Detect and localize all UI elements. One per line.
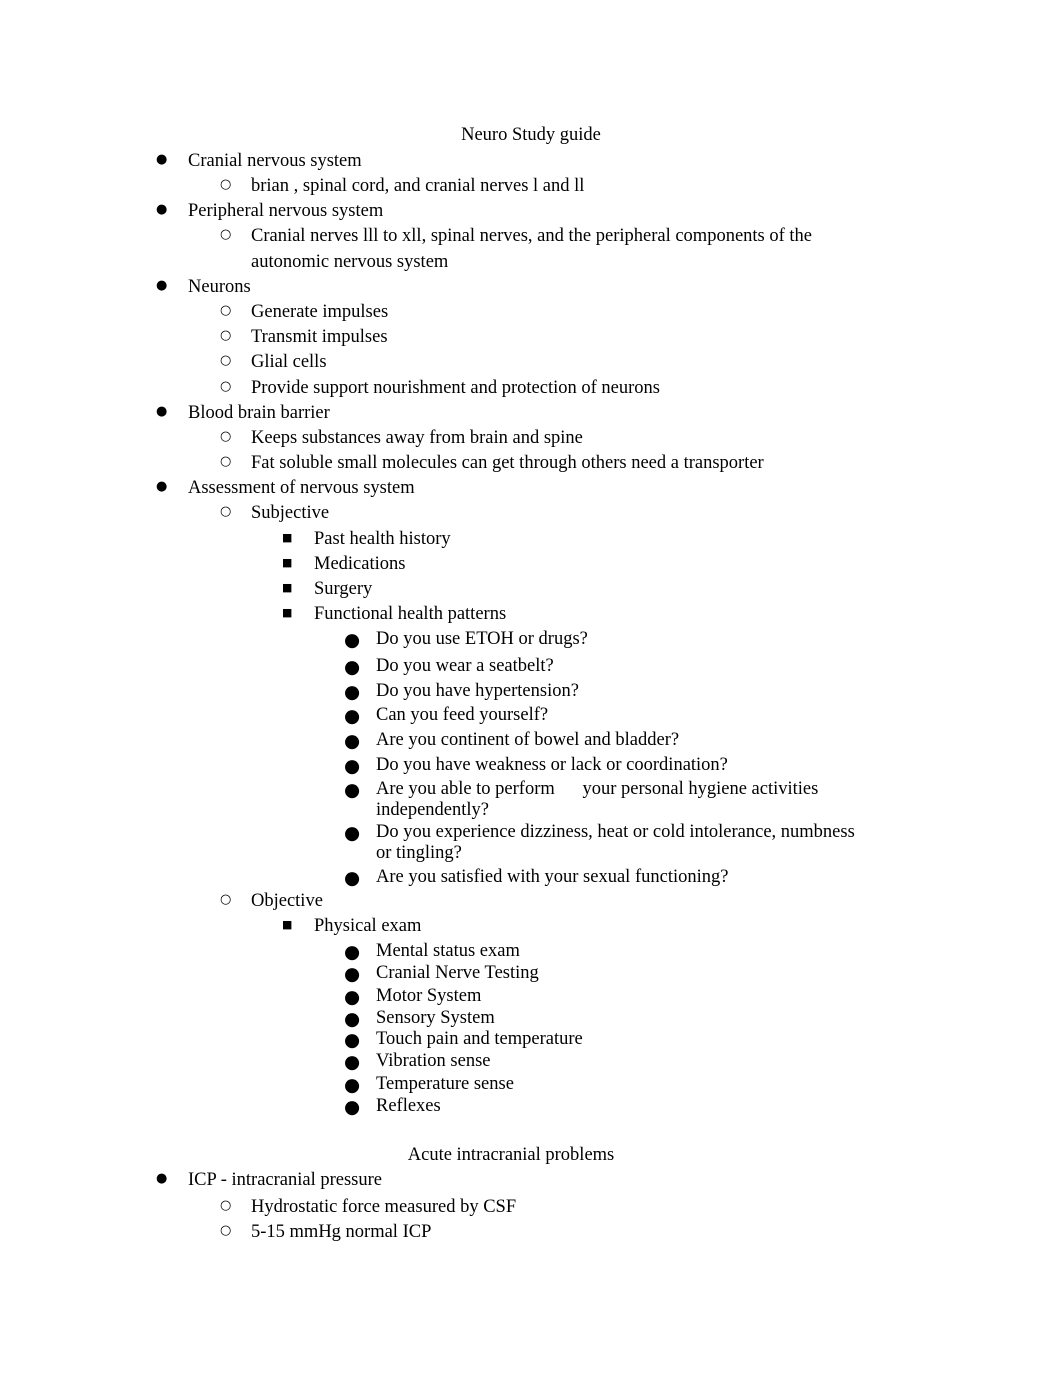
bullet-icon: ● <box>344 1097 361 1118</box>
bullet-icon: ● <box>156 479 168 494</box>
circle-bullet-icon: ○ <box>220 429 232 444</box>
section-title: Acute intracranial problems <box>407 1145 615 1165</box>
circle-bullet-icon: ○ <box>220 504 232 519</box>
list-item: Do you use ETOH or drugs? <box>376 629 588 649</box>
list-item: Do you experience dizziness, heat or col… <box>376 822 855 842</box>
list-item: Do you wear a seatbelt? <box>376 656 554 676</box>
list-item: Peripheral nervous system <box>188 201 384 221</box>
bullet-icon: ● <box>156 404 168 419</box>
bullet-icon: ● <box>344 868 361 889</box>
square-bullet-icon: ■ <box>282 581 293 594</box>
list-item: Neurons <box>188 277 251 297</box>
bullet-icon: ● <box>344 1009 361 1030</box>
bullet-icon: ● <box>344 682 361 703</box>
circle-bullet-icon: ○ <box>220 454 232 469</box>
list-item: Temperature sense <box>376 1074 514 1094</box>
bullet-icon: ● <box>344 780 361 801</box>
list-item: Do you have hypertension? <box>376 681 579 701</box>
circle-bullet-icon: ○ <box>220 379 232 394</box>
circle-bullet-icon: ○ <box>220 1223 232 1238</box>
list-item: brian , spinal cord, and cranial nerves … <box>251 176 585 196</box>
bullet-icon: ● <box>156 278 168 293</box>
list-item: Past health history <box>314 529 451 549</box>
circle-bullet-icon: ○ <box>220 328 232 343</box>
bullet-icon: ● <box>344 823 361 844</box>
page-title: Neuro Study guide <box>461 125 601 145</box>
list-item: Do you have weakness or lack or coordina… <box>376 755 728 775</box>
list-item: Reflexes <box>376 1096 441 1116</box>
bullet-icon: ● <box>344 756 361 777</box>
list-item: or tingling? <box>376 843 462 863</box>
list-item: Medications <box>314 554 406 574</box>
list-item: Sensory System <box>376 1008 495 1028</box>
list-item: Functional health patterns <box>314 604 507 624</box>
list-item: Fat soluble small molecules can get thro… <box>251 453 764 473</box>
bullet-icon: ● <box>344 657 361 678</box>
circle-bullet-icon: ○ <box>220 892 232 907</box>
list-item: Cranial nervous system <box>188 151 362 171</box>
list-item: independently? <box>376 800 490 820</box>
list-item: Objective <box>251 891 323 911</box>
list-item: Generate impulses <box>251 302 389 322</box>
bullet-icon: ● <box>344 1075 361 1096</box>
bullet-icon: ● <box>156 152 168 167</box>
bullet-icon: ● <box>344 1030 361 1051</box>
bullet-icon: ● <box>344 731 361 752</box>
square-bullet-icon: ■ <box>282 556 293 569</box>
list-item: Can you feed yourself? <box>376 705 549 725</box>
bullet-icon: ● <box>344 706 361 727</box>
bullet-icon: ● <box>156 1171 168 1186</box>
list-item: Blood brain barrier <box>188 403 330 423</box>
list-item: Cranial nerves lll to xll, spinal nerves… <box>251 226 813 246</box>
list-item: Are you satisfied with your sexual funct… <box>376 867 729 887</box>
list-item: Are you able to perform your personal hy… <box>376 779 819 799</box>
bullet-icon: ● <box>344 630 361 651</box>
list-item: autonomic nervous system <box>251 252 449 272</box>
list-item: Keeps substances away from brain and spi… <box>251 428 583 448</box>
list-item: Physical exam <box>314 916 422 936</box>
circle-bullet-icon: ○ <box>220 177 232 192</box>
circle-bullet-icon: ○ <box>220 353 232 368</box>
circle-bullet-icon: ○ <box>220 1198 232 1213</box>
bullet-icon: ● <box>344 942 361 963</box>
list-item: Cranial Nerve Testing <box>376 963 539 983</box>
list-item: Provide support nourishment and protecti… <box>251 378 660 398</box>
circle-bullet-icon: ○ <box>220 227 232 242</box>
bullet-icon: ● <box>344 964 361 985</box>
circle-bullet-icon: ○ <box>220 303 232 318</box>
square-bullet-icon: ■ <box>282 531 293 544</box>
bullet-icon: ● <box>344 1052 361 1073</box>
list-item: Transmit impulses <box>251 327 388 347</box>
list-item: Hydrostatic force measured by CSF <box>251 1197 517 1217</box>
list-item: Touch pain and temperature <box>376 1029 583 1049</box>
list-item: Vibration sense <box>376 1051 491 1071</box>
list-item: 5-15 mmHg normal ICP <box>251 1222 432 1242</box>
list-item: Glial cells <box>251 352 327 372</box>
list-item: Motor System <box>376 986 482 1006</box>
square-bullet-icon: ■ <box>282 606 293 619</box>
list-item: Assessment of nervous system <box>188 478 415 498</box>
square-bullet-icon: ■ <box>282 918 293 931</box>
list-item: ICP - intracranial pressure <box>188 1170 383 1190</box>
bullet-icon: ● <box>156 202 168 217</box>
list-item: Mental status exam <box>376 941 520 961</box>
bullet-icon: ● <box>344 987 361 1008</box>
list-item: Are you continent of bowel and bladder? <box>376 730 680 750</box>
list-item: Subjective <box>251 503 330 523</box>
list-item: Surgery <box>314 579 373 599</box>
